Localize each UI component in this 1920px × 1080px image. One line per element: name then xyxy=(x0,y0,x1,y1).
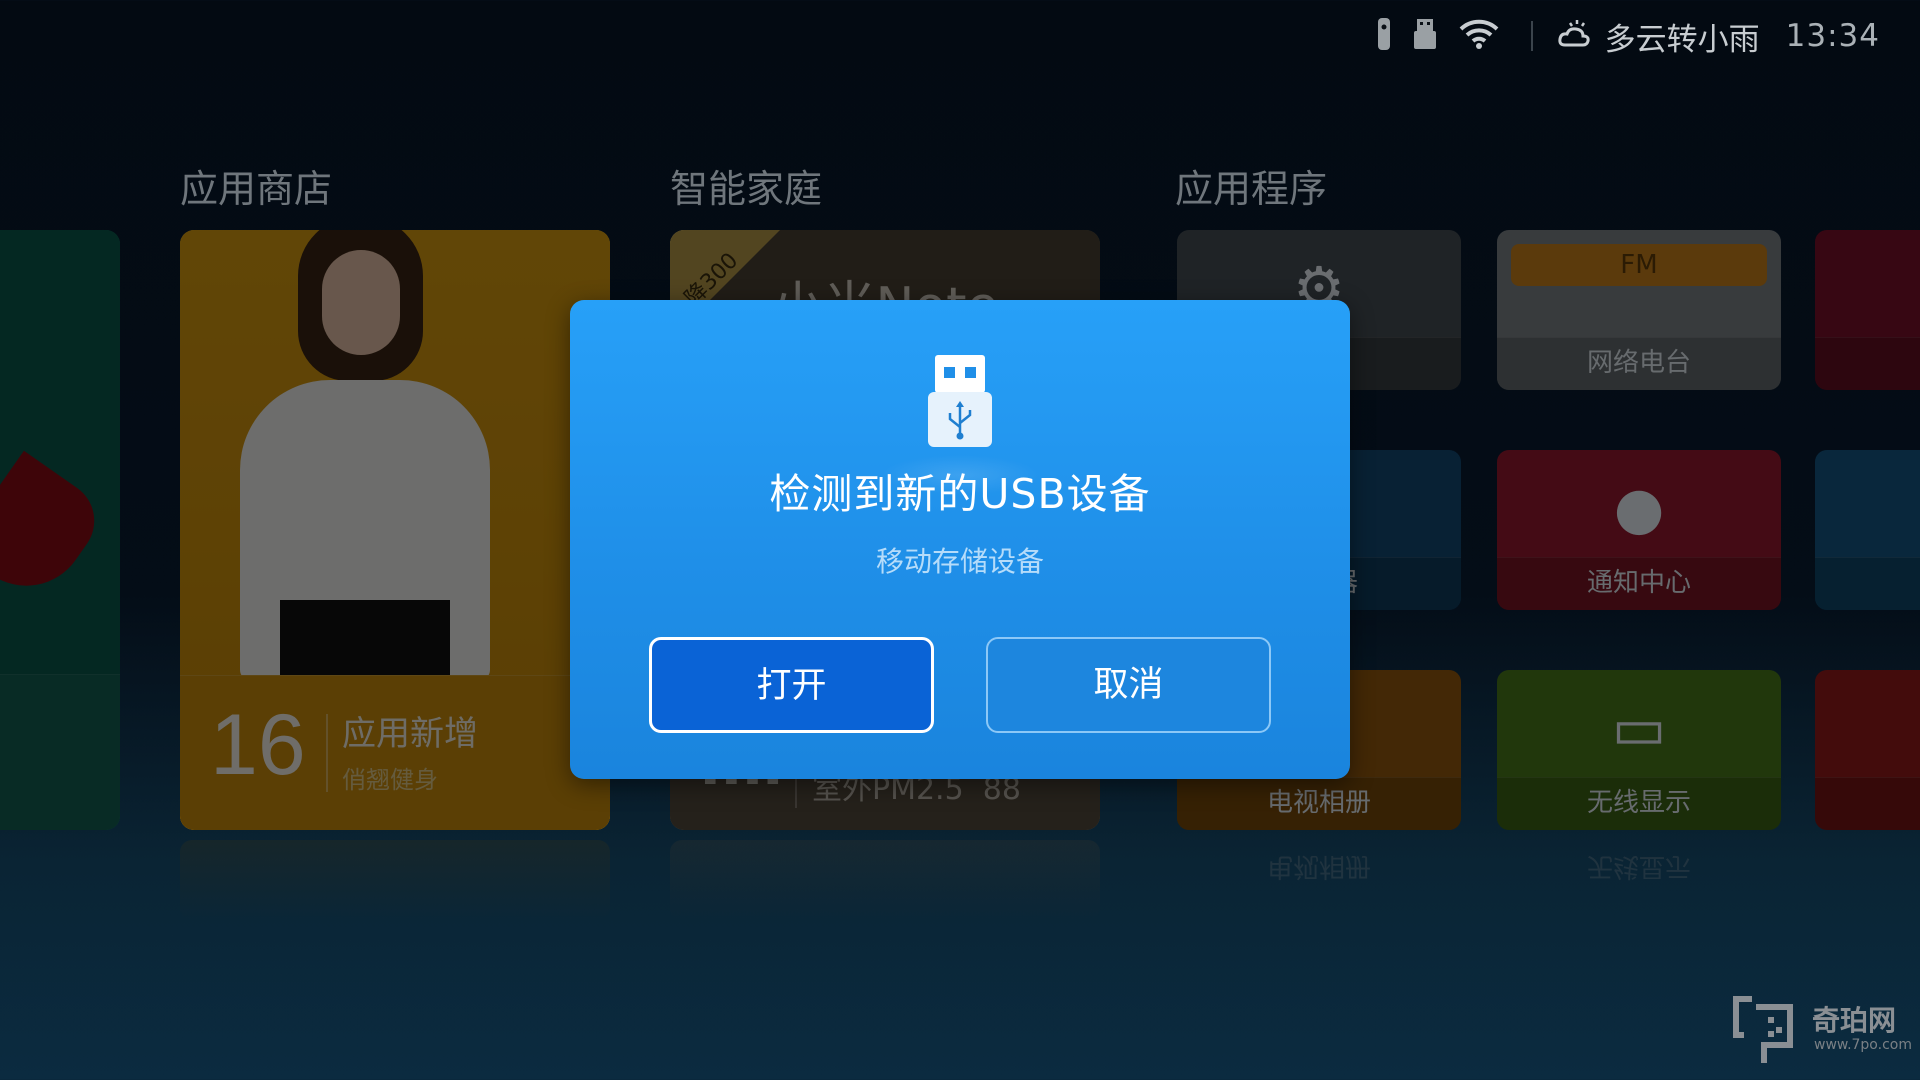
usb-drive-icon xyxy=(1413,18,1437,54)
wifi-icon xyxy=(1459,18,1499,54)
clock-time: 13:34 xyxy=(1785,18,1880,54)
usb-detected-dialog: 检测到新的USB设备 移动存储设备 打开 取消 xyxy=(570,300,1350,779)
section-title-app-store: 应用商店 xyxy=(180,167,333,211)
cancel-button[interactable]: 取消 xyxy=(986,637,1271,733)
app-tile-reflection: 无线显示 xyxy=(1586,851,1691,881)
open-button[interactable]: 打开 xyxy=(649,637,934,733)
watermark-name: 奇珀网 xyxy=(1812,1004,1897,1037)
smart-home-reflection xyxy=(670,840,1100,920)
weather-text: 多云转小雨 xyxy=(1604,21,1760,58)
app-tile[interactable]: ● 通知中心 xyxy=(1497,450,1781,610)
dialog-title: 检测到新的USB设备 xyxy=(769,470,1151,518)
partial-feature-tile[interactable] xyxy=(0,230,120,830)
app-tile-reflection: 投屏 xyxy=(1815,838,1920,894)
status-separator xyxy=(1530,21,1533,51)
status-bar: 多云转小雨 13:34 xyxy=(1377,14,1920,58)
app-tile[interactable]: ▯投屏 xyxy=(1815,670,1920,830)
usb-icon xyxy=(928,355,992,451)
app-store-feature-tile[interactable]: 16 应用新增 俏翘健身 xyxy=(180,230,610,830)
app-tile[interactable]: ▭ 无线显示 xyxy=(1497,670,1781,830)
section-title-apps: 应用程序 xyxy=(1175,167,1328,211)
remote-icon xyxy=(1377,17,1391,55)
cloud-sun-icon xyxy=(1557,19,1591,53)
section-title-smart-home: 智能家庭 xyxy=(670,167,823,211)
app-store-reflection xyxy=(180,840,610,920)
app-tile[interactable]: FM 网络电台 xyxy=(1497,230,1781,390)
watermark-url: www.7po.com xyxy=(1814,1037,1912,1053)
dialog-subtitle: 移动存储设备 xyxy=(875,545,1044,578)
watermark: 奇珀网 www.7po.com xyxy=(1730,995,1912,1067)
app-tile[interactable]: 时 xyxy=(1815,230,1920,390)
watermark-logo-icon xyxy=(1733,996,1793,1063)
app-tile[interactable]: ▲猎豹 xyxy=(1815,450,1920,610)
app-tile-reflection: 电视相册 xyxy=(1266,851,1371,881)
